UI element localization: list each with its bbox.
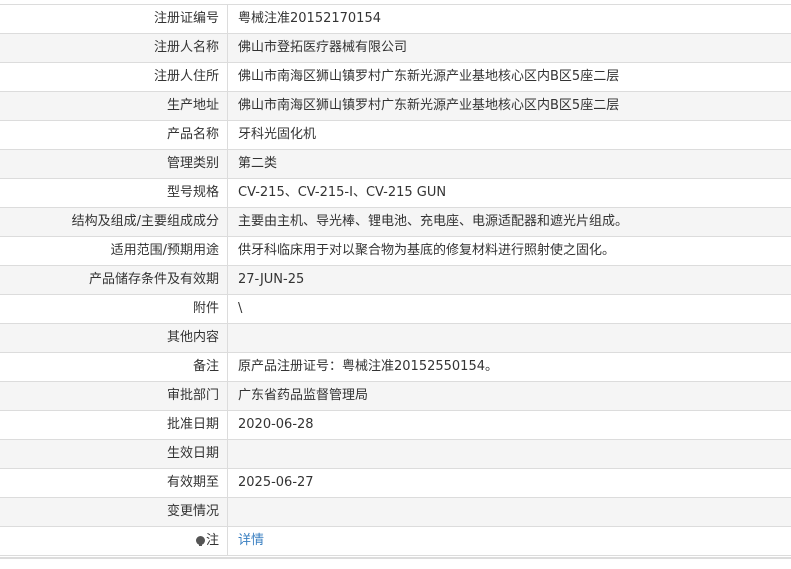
label-intended-use: 适用范围/预期用途 bbox=[0, 237, 228, 265]
value-management-category: 第二类 bbox=[238, 156, 278, 171]
value-storage-validity: 27-JUN-25 bbox=[238, 272, 305, 287]
row-effective-date: 生效日期 bbox=[0, 440, 791, 469]
row-other-content: 其他内容 bbox=[0, 324, 791, 353]
value-other-content bbox=[228, 324, 791, 352]
row-valid-until: 有效期至 2025-06-27 bbox=[0, 469, 791, 498]
value-remarks: 原产品注册证号：粤械注准20152550154。 bbox=[238, 359, 498, 374]
row-product-name: 产品名称 牙科光固化机 bbox=[0, 121, 791, 150]
value-production-address: 佛山市南海区狮山镇罗村广东新光源产业基地核心区内B区5座二层 bbox=[238, 98, 620, 113]
label-approval-department: 审批部门 bbox=[0, 382, 228, 410]
row-intended-use: 适用范围/预期用途 供牙科临床用于对以聚合物为基底的修复材料进行照射使之固化。 bbox=[0, 237, 791, 266]
value-valid-until: 2025-06-27 bbox=[238, 475, 314, 490]
row-attachment: 附件 \ bbox=[0, 295, 791, 324]
value-structure-composition: 主要由主机、导光棒、锂电池、充电座、电源适配器和遮光片组成。 bbox=[238, 214, 629, 229]
value-note: 详情 bbox=[228, 527, 791, 555]
label-remarks: 备注 bbox=[0, 353, 228, 381]
value-approval-date: 2020-06-28 bbox=[238, 417, 314, 432]
value-change-history bbox=[228, 498, 791, 526]
label-structure-composition: 结构及组成/主要组成成分 bbox=[0, 208, 228, 236]
label-effective-date: 生效日期 bbox=[0, 440, 228, 468]
details-link[interactable]: 详情 bbox=[238, 533, 264, 548]
value-model-spec: CV-215、CV-215-I、CV-215 GUN bbox=[238, 185, 447, 200]
label-management-category: 管理类别 bbox=[0, 150, 228, 178]
row-production-address: 生产地址 佛山市南海区狮山镇罗村广东新光源产业基地核心区内B区5座二层 bbox=[0, 92, 791, 121]
label-note: 注 bbox=[0, 527, 228, 555]
label-production-address: 生产地址 bbox=[0, 92, 228, 120]
value-effective-date bbox=[228, 440, 791, 468]
label-other-content: 其他内容 bbox=[0, 324, 228, 352]
pin-icon bbox=[195, 536, 205, 546]
value-registration-number: 粤械注准20152170154 bbox=[238, 11, 381, 26]
value-registrant-name: 佛山市登拓医疗器械有限公司 bbox=[238, 40, 408, 55]
row-note: 注 详情 bbox=[0, 527, 791, 556]
table-bottom-border bbox=[0, 557, 791, 559]
value-product-name: 牙科光固化机 bbox=[238, 127, 317, 142]
value-intended-use: 供牙科临床用于对以聚合物为基底的修复材料进行照射使之固化。 bbox=[238, 243, 616, 258]
row-registrant-name: 注册人名称 佛山市登拓医疗器械有限公司 bbox=[0, 34, 791, 63]
label-approval-date: 批准日期 bbox=[0, 411, 228, 439]
row-model-spec: 型号规格 CV-215、CV-215-I、CV-215 GUN bbox=[0, 179, 791, 208]
label-attachment: 附件 bbox=[0, 295, 228, 323]
row-remarks: 备注 原产品注册证号：粤械注准20152550154。 bbox=[0, 353, 791, 382]
row-registration-number: 注册证编号 粤械注准20152170154 bbox=[0, 5, 791, 34]
label-registrant-address: 注册人住所 bbox=[0, 63, 228, 91]
row-registrant-address: 注册人住所 佛山市南海区狮山镇罗村广东新光源产业基地核心区内B区5座二层 bbox=[0, 63, 791, 92]
row-structure-composition: 结构及组成/主要组成成分 主要由主机、导光棒、锂电池、充电座、电源适配器和遮光片… bbox=[0, 208, 791, 237]
note-label-text: 注 bbox=[205, 533, 219, 548]
label-storage-validity: 产品储存条件及有效期 bbox=[0, 266, 228, 294]
row-management-category: 管理类别 第二类 bbox=[0, 150, 791, 179]
value-approval-department: 广东省药品监督管理局 bbox=[238, 388, 369, 403]
row-change-history: 变更情况 bbox=[0, 498, 791, 527]
label-product-name: 产品名称 bbox=[0, 121, 228, 149]
value-attachment: \ bbox=[238, 301, 243, 316]
registration-detail-table: 注册证编号 粤械注准20152170154 注册人名称 佛山市登拓医疗器械有限公… bbox=[0, 4, 791, 556]
label-model-spec: 型号规格 bbox=[0, 179, 228, 207]
value-registrant-address: 佛山市南海区狮山镇罗村广东新光源产业基地核心区内B区5座二层 bbox=[238, 69, 620, 84]
label-registrant-name: 注册人名称 bbox=[0, 34, 228, 62]
row-approval-date: 批准日期 2020-06-28 bbox=[0, 411, 791, 440]
label-registration-number: 注册证编号 bbox=[0, 5, 228, 33]
row-storage-validity: 产品储存条件及有效期 27-JUN-25 bbox=[0, 266, 791, 295]
label-valid-until: 有效期至 bbox=[0, 469, 228, 497]
row-approval-department: 审批部门 广东省药品监督管理局 bbox=[0, 382, 791, 411]
label-change-history: 变更情况 bbox=[0, 498, 228, 526]
